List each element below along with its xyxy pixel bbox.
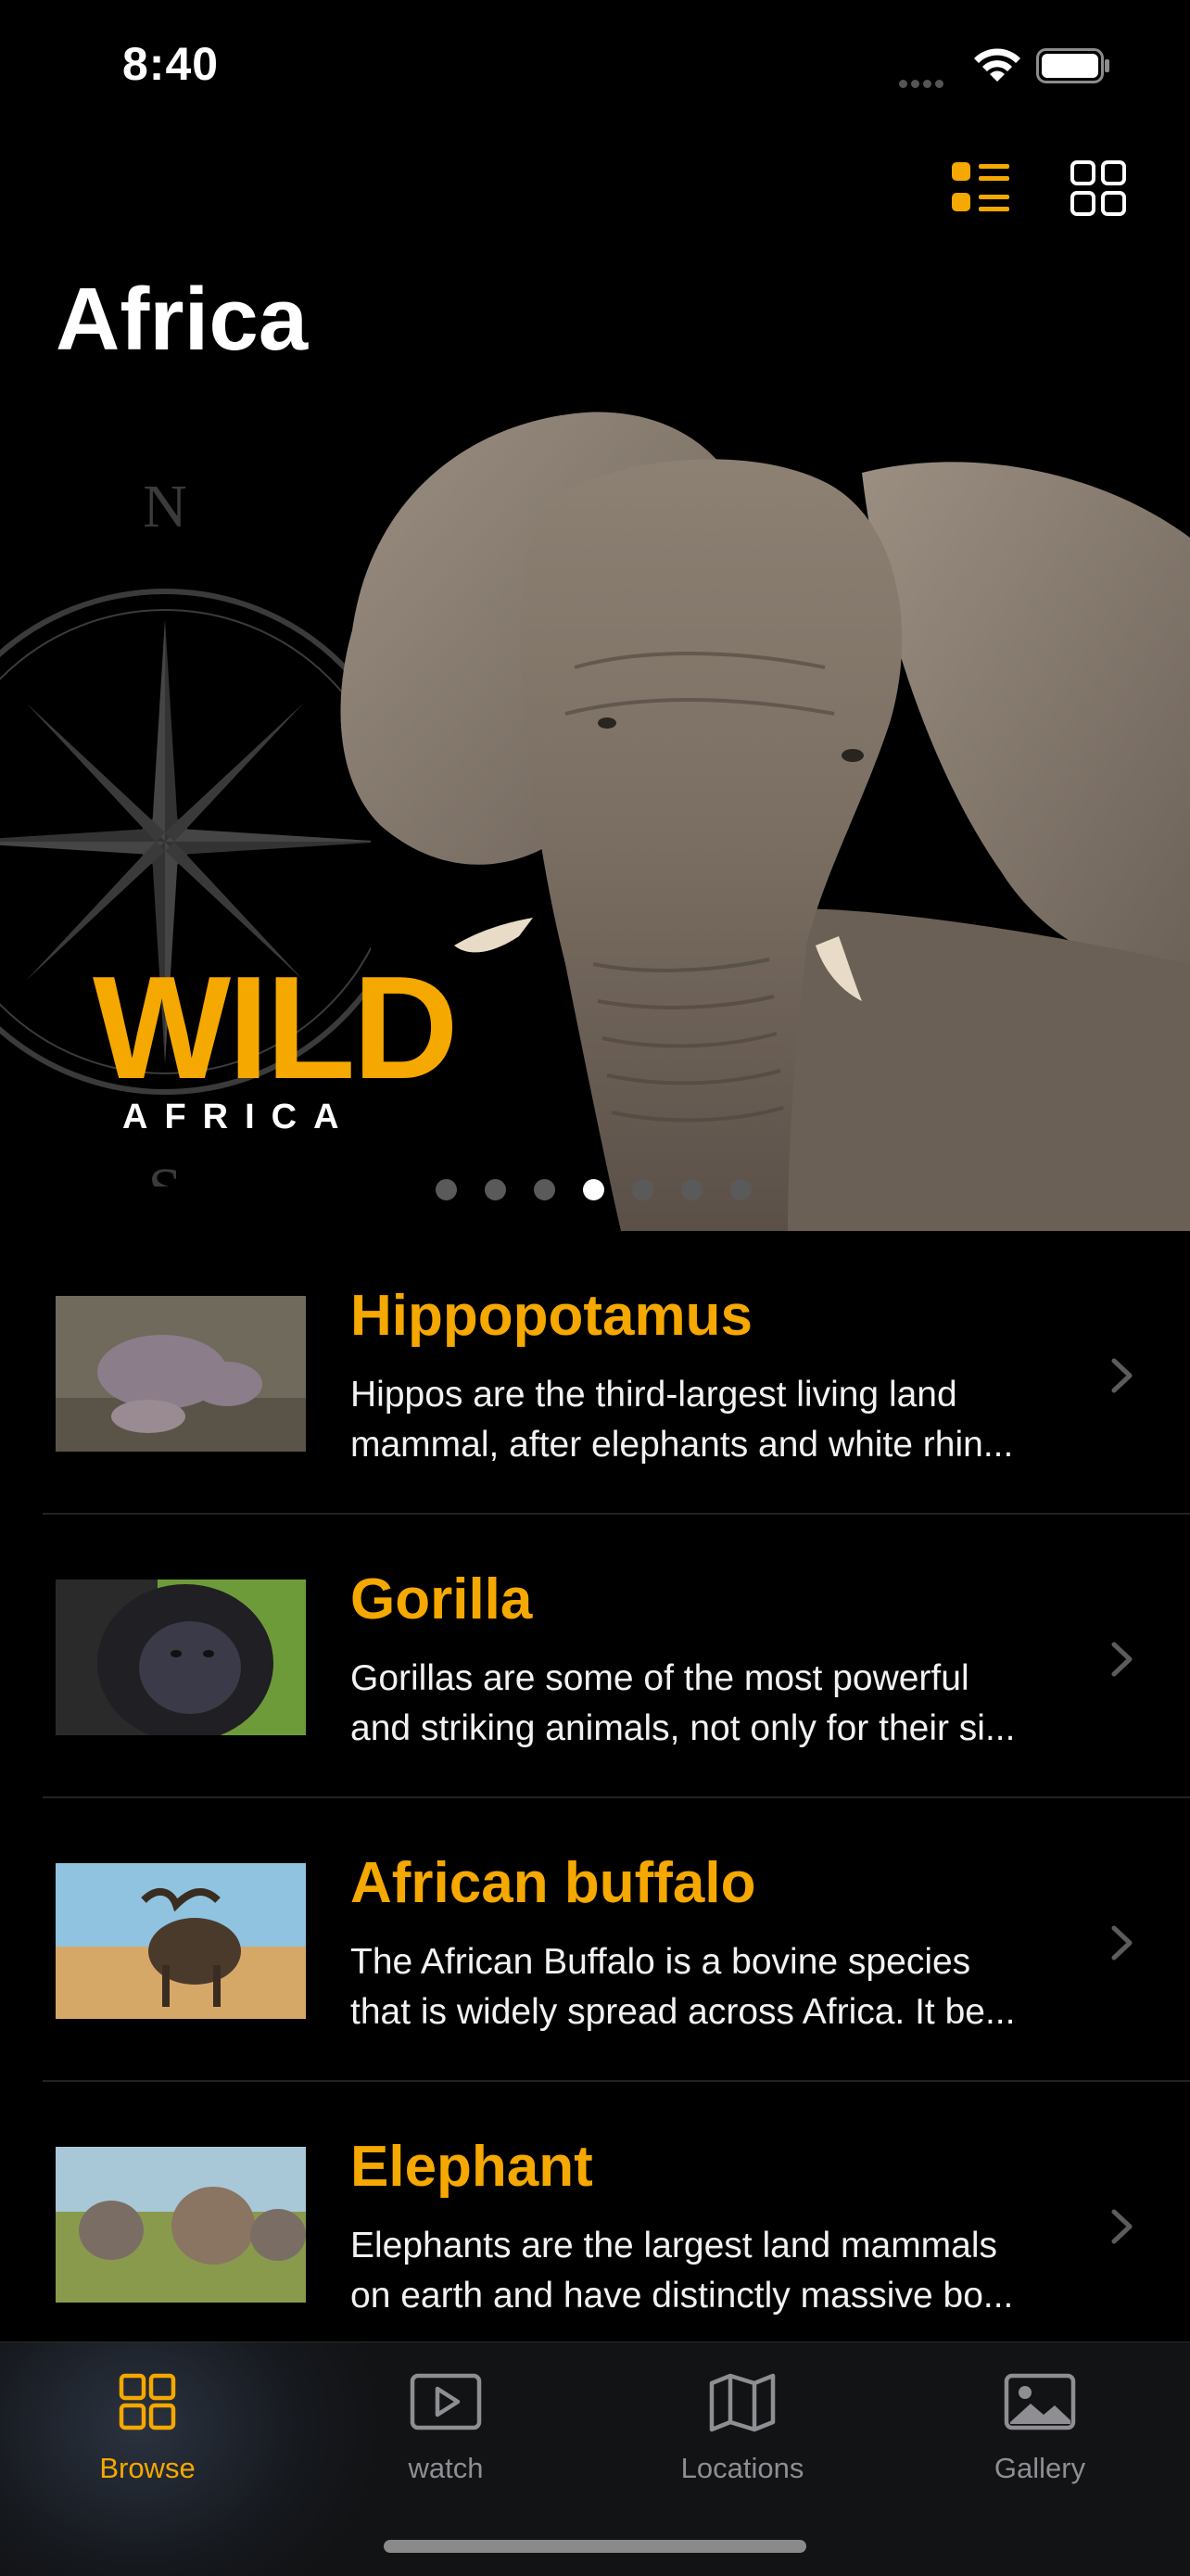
wild-africa-logo: WILD AFRICA: [93, 955, 528, 1137]
chevron-right-icon: [1111, 1925, 1133, 1961]
page-title: Africa: [56, 270, 309, 369]
tab-label: Gallery: [994, 2452, 1086, 2484]
animal-description: The African Buffalo is a bovine species …: [350, 1942, 1016, 2032]
animal-description: Elephants are the largest land mammals o…: [350, 2226, 1014, 2316]
animal-name: Elephant: [350, 2135, 593, 2199]
gorilla-thumbnail: [56, 1580, 306, 1735]
animal-name: African buffalo: [350, 1851, 756, 1915]
chevron-right-icon: [1111, 1358, 1133, 1393]
list-item-gorilla[interactable]: Gorilla Gorillas are some of the most po…: [0, 1515, 1190, 1798]
logo-word: WILD: [93, 946, 459, 1110]
tab-label: Browse: [99, 2452, 196, 2484]
battery-icon: [1036, 48, 1109, 83]
page-dot[interactable]: [681, 1179, 703, 1200]
page-dot[interactable]: [534, 1179, 555, 1200]
list-item-african-buffalo[interactable]: African buffalo The African Buffalo is a…: [0, 1798, 1190, 2082]
tab-gallery[interactable]: Gallery: [947, 2370, 1133, 2485]
page-dot[interactable]: [436, 1179, 457, 1200]
play-icon: [410, 2373, 482, 2430]
page-indicator[interactable]: [436, 1179, 752, 1200]
home-indicator[interactable]: [384, 2540, 806, 2553]
photo-icon: [1004, 2373, 1076, 2430]
grid-icon: [119, 2373, 176, 2430]
hippopotamus-thumbnail: [56, 1296, 306, 1452]
cellular-signal-icon: [899, 76, 947, 93]
tab-browse[interactable]: Browse: [55, 2370, 240, 2485]
tab-locations[interactable]: Locations: [650, 2370, 835, 2485]
animal-list: Hippopotamus Hippos are the third-larges…: [0, 1231, 1190, 2366]
chevron-right-icon: [1111, 2209, 1133, 2244]
compass-south-label: S: [148, 1156, 183, 1186]
page-dot[interactable]: [730, 1179, 752, 1200]
hero-carousel[interactable]: N S: [0, 389, 1190, 1231]
logo-subtitle: AFRICA: [122, 1098, 356, 1136]
list-item-hippopotamus[interactable]: Hippopotamus Hippos are the third-larges…: [0, 1231, 1190, 1515]
compass-north-label: N: [143, 473, 187, 540]
chevron-right-icon: [1111, 1642, 1133, 1677]
tab-label: watch: [408, 2452, 484, 2484]
animal-name: Hippopotamus: [350, 1284, 753, 1348]
map-icon: [709, 2373, 776, 2432]
page-dot-active[interactable]: [583, 1179, 604, 1200]
tab-label: Locations: [680, 2452, 804, 2484]
animal-description: Gorillas are some of the most powerful a…: [350, 1658, 1016, 1748]
status-bar: 8:40: [0, 0, 1190, 130]
tab-watch[interactable]: watch: [353, 2370, 538, 2485]
wifi-icon: [974, 48, 1020, 82]
elephant-thumbnail: [56, 2147, 306, 2303]
african-buffalo-thumbnail: [56, 1863, 306, 2019]
page-dot[interactable]: [632, 1179, 653, 1200]
animal-description: Hippos are the third-largest living land…: [350, 1375, 1014, 1465]
list-view-icon[interactable]: [949, 159, 1012, 217]
page-dot[interactable]: [485, 1179, 506, 1200]
animal-name: Gorilla: [350, 1567, 533, 1631]
status-time: 8:40: [122, 38, 220, 90]
list-item-elephant[interactable]: Elephant Elephants are the largest land …: [0, 2082, 1190, 2366]
grid-view-icon[interactable]: [1070, 159, 1127, 217]
